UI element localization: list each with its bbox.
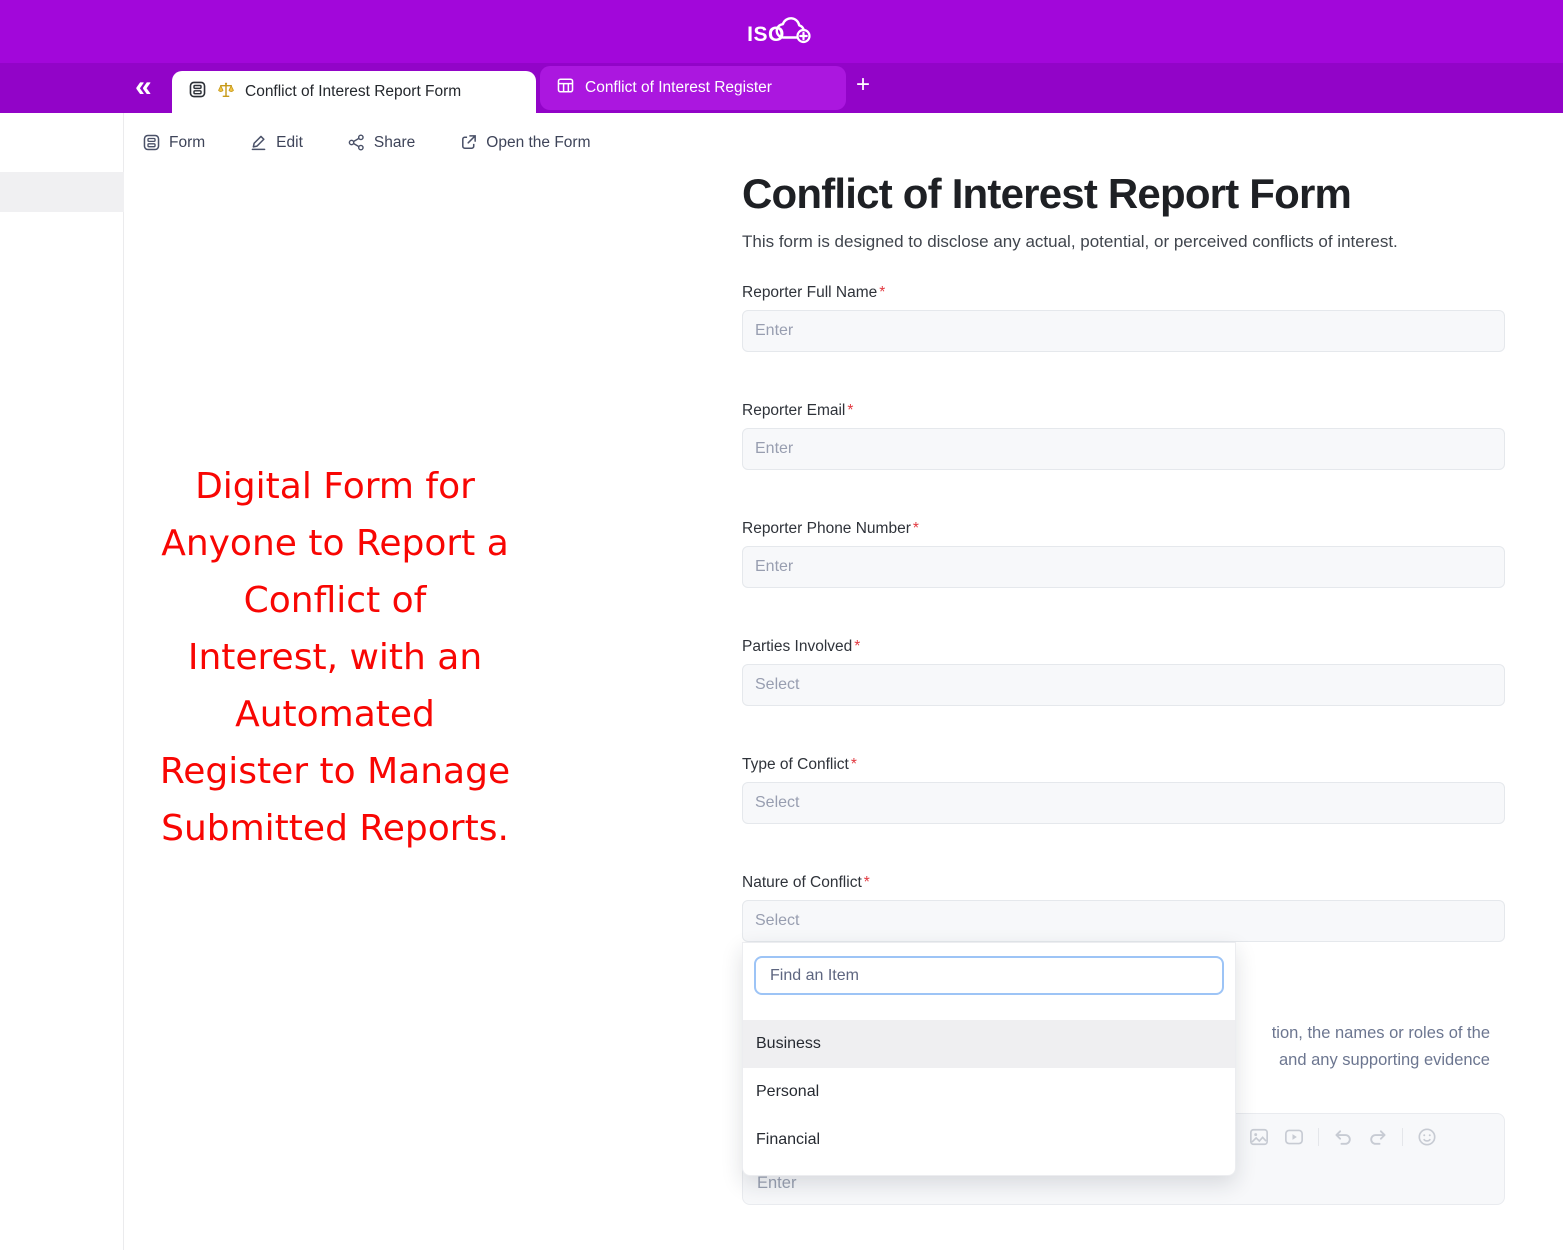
- annotation-line: Automated: [130, 686, 540, 743]
- undo-icon[interactable]: [1332, 1126, 1354, 1148]
- option-personal[interactable]: Personal: [743, 1068, 1235, 1116]
- option-financial[interactable]: Financial: [743, 1116, 1235, 1164]
- tab-conflict-register[interactable]: Conflict of Interest Register: [540, 66, 846, 110]
- table-icon: [556, 76, 575, 100]
- annotation-line: Conflict of: [130, 572, 540, 629]
- share-button[interactable]: Share: [347, 133, 415, 152]
- left-sidebar: [0, 113, 124, 1250]
- tab-label: Conflict of Interest Report Form: [245, 83, 461, 101]
- top-bar: ISO: [0, 0, 1563, 63]
- app-window: ISO «: [0, 0, 1563, 1250]
- dropdown-search-input[interactable]: [754, 956, 1224, 995]
- field-label: Reporter Full Name*: [742, 282, 1505, 304]
- tool-label: Form: [169, 134, 205, 152]
- required-asterisk: *: [851, 756, 857, 773]
- required-asterisk: *: [913, 520, 919, 537]
- editor-toolbar: [1248, 1126, 1438, 1148]
- iso-cloud-logo: ISO: [747, 13, 816, 50]
- annotation-line: Interest, with an: [130, 629, 540, 686]
- edit-pencil-icon: [249, 133, 268, 152]
- parties-involved-select[interactable]: [742, 664, 1505, 706]
- share-icon: [347, 133, 366, 152]
- form-subtitle: This form is designed to disclose any ac…: [742, 230, 1505, 254]
- insert-image-icon[interactable]: [1248, 1126, 1270, 1148]
- reporter-phone-input[interactable]: [742, 546, 1505, 588]
- collapse-sidebar-button[interactable]: «: [135, 67, 152, 107]
- external-link-icon: [459, 133, 478, 152]
- dropdown-options: Business Personal Financial: [743, 1020, 1235, 1175]
- form-preview: Conflict of Interest Report Form This fo…: [742, 170, 1505, 990]
- field-label: Reporter Email*: [742, 400, 1505, 422]
- annotation-line: Register to Manage: [130, 743, 540, 800]
- logo-text: ISO: [747, 23, 785, 47]
- annotation-note: Digital Form for Anyone to Report a Conf…: [130, 458, 540, 857]
- tool-label: Edit: [276, 134, 303, 152]
- field-reporter-email: Reporter Email*: [742, 400, 1505, 470]
- required-asterisk: *: [864, 874, 870, 891]
- option-business[interactable]: Business: [743, 1020, 1235, 1068]
- field-nature-of-conflict: Nature of Conflict*: [742, 872, 1505, 942]
- tool-label: Open the Form: [486, 134, 590, 152]
- add-tab-button[interactable]: +: [856, 71, 870, 99]
- annotation-line: Digital Form for: [130, 458, 540, 515]
- reporter-full-name-input[interactable]: [742, 310, 1505, 352]
- divider: [1402, 1128, 1403, 1146]
- field-reporter-phone: Reporter Phone Number*: [742, 518, 1505, 588]
- field-label: Type of Conflict*: [742, 754, 1505, 776]
- tab-conflict-report-form[interactable]: Conflict of Interest Report Form: [172, 71, 536, 113]
- type-of-conflict-select[interactable]: [742, 782, 1505, 824]
- divider: [1318, 1128, 1319, 1146]
- field-label: Parties Involved*: [742, 636, 1505, 658]
- field-parties-involved: Parties Involved*: [742, 636, 1505, 706]
- editor-placeholder: Enter: [757, 1174, 796, 1193]
- nature-of-conflict-select[interactable]: [742, 900, 1505, 942]
- tab-label: Conflict of Interest Register: [585, 79, 772, 97]
- field-reporter-full-name: Reporter Full Name*: [742, 282, 1505, 352]
- insert-video-icon[interactable]: [1283, 1126, 1305, 1148]
- form-toolbar: Form Edit Share: [125, 113, 1563, 172]
- edit-button[interactable]: Edit: [249, 133, 303, 152]
- form-icon: [188, 80, 207, 104]
- form-view-button[interactable]: Form: [142, 133, 205, 152]
- required-asterisk: *: [879, 284, 885, 301]
- field-type-of-conflict: Type of Conflict*: [742, 754, 1505, 824]
- scales-icon: [217, 81, 235, 104]
- emoji-icon[interactable]: [1416, 1126, 1438, 1148]
- open-the-form-button[interactable]: Open the Form: [459, 133, 590, 152]
- annotation-line: Submitted Reports.: [130, 800, 540, 857]
- field-label: Reporter Phone Number*: [742, 518, 1505, 540]
- annotation-line: Anyone to Report a: [130, 515, 540, 572]
- field-label: Nature of Conflict*: [742, 872, 1505, 894]
- page-title: Conflict of Interest Report Form: [742, 170, 1505, 218]
- required-asterisk: *: [847, 402, 853, 419]
- tab-bar: « Conflict of Interest Report Form: [0, 63, 1563, 113]
- sidebar-highlight-row: [0, 172, 124, 212]
- redo-icon[interactable]: [1367, 1126, 1389, 1148]
- form-icon: [142, 133, 161, 152]
- required-asterisk: *: [854, 638, 860, 655]
- reporter-email-input[interactable]: [742, 428, 1505, 470]
- tool-label: Share: [374, 134, 415, 152]
- nature-of-conflict-dropdown: Business Personal Financial: [742, 942, 1236, 1176]
